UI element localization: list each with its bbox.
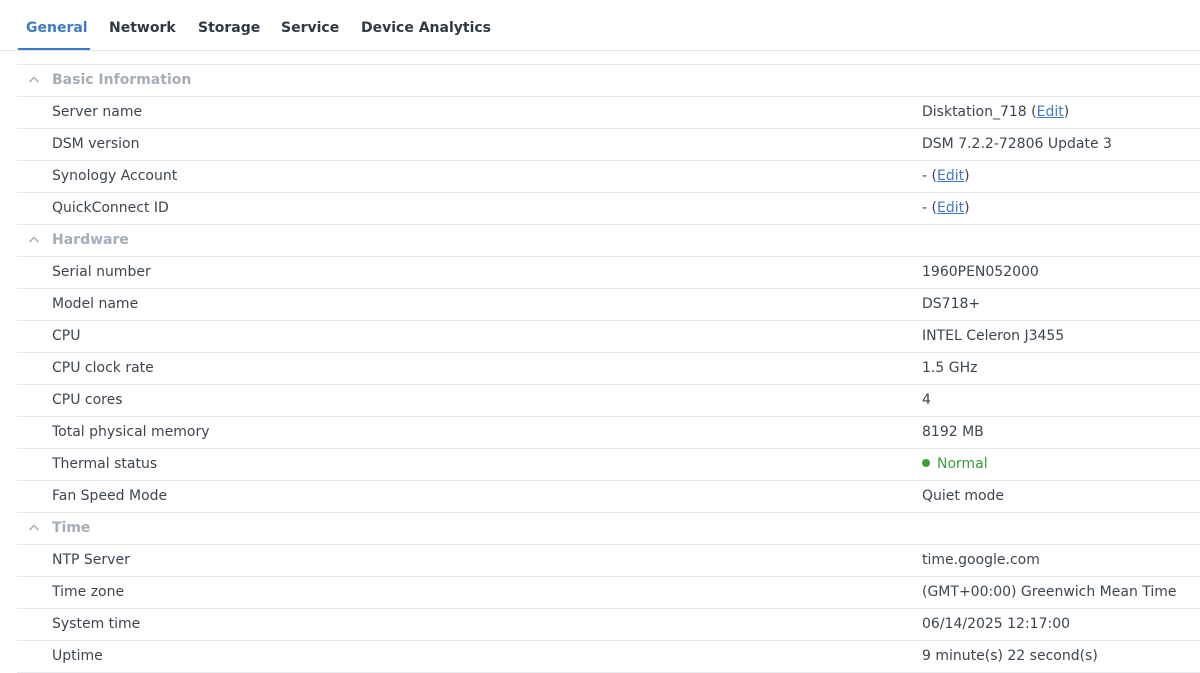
info-row-synology-account: Synology Account - (Edit) — [17, 161, 1200, 193]
row-value: DS718+ — [922, 296, 981, 312]
row-value: 1.5 GHz — [922, 360, 978, 376]
tab-device-analytics[interactable]: Device Analytics — [361, 20, 491, 36]
row-value: 06/14/2025 12:17:00 — [922, 616, 1071, 632]
row-value: DSM 7.2.2-72806 Update 3 — [922, 136, 1112, 152]
info-row-server-name: Server name Disktation_718 (Edit) — [17, 97, 1200, 129]
tab-service[interactable]: Service — [281, 20, 339, 36]
info-row-cpu-clock-rate: CPU clock rate 1.5 GHz — [17, 353, 1200, 385]
row-label: System time — [52, 616, 141, 632]
section-title: Time — [52, 520, 91, 536]
info-row-time-zone: Time zone (GMT+00:00) Greenwich Mean Tim… — [17, 577, 1200, 609]
row-label: Serial number — [52, 264, 151, 280]
thermal-status-badge: Normal — [937, 456, 988, 472]
info-row-quickconnect-id: QuickConnect ID - (Edit) — [17, 193, 1200, 225]
row-value: time.google.com — [922, 552, 1040, 568]
section-title: Hardware — [52, 232, 129, 248]
row-label: CPU cores — [52, 392, 123, 408]
info-row-cpu: CPU INTEL Celeron J3455 — [17, 321, 1200, 353]
row-label: CPU — [52, 328, 81, 344]
info-row-thermal-status: Thermal status Normal — [17, 449, 1200, 481]
row-value: 1960PEN052000 — [922, 264, 1039, 280]
tab-storage[interactable]: Storage — [198, 20, 260, 36]
section-title: Basic Information — [52, 72, 192, 88]
info-row-serial-number: Serial number 1960PEN052000 — [17, 257, 1200, 289]
row-label: QuickConnect ID — [52, 200, 169, 216]
row-value: 9 minute(s) 22 second(s) — [922, 648, 1098, 664]
chevron-up-icon[interactable] — [28, 522, 40, 534]
row-value: Disktation_718 (Edit) — [922, 104, 1069, 120]
row-value: - (Edit) — [922, 168, 970, 184]
info-row-system-time: System time 06/14/2025 12:17:00 — [17, 609, 1200, 641]
info-row-ntp-server: NTP Server time.google.com — [17, 545, 1200, 577]
row-value: - (Edit) — [922, 200, 970, 216]
info-row-fan-speed-mode: Fan Speed Mode Quiet mode — [17, 481, 1200, 513]
row-label: Uptime — [52, 648, 103, 664]
section-header-hardware[interactable]: Hardware — [17, 225, 1200, 257]
row-value: (GMT+00:00) Greenwich Mean Time — [922, 584, 1177, 600]
server-name-value: Disktation_718 — [922, 104, 1027, 120]
chevron-up-icon[interactable] — [28, 234, 40, 246]
info-row-dsm-version: DSM version DSM 7.2.2-72806 Update 3 — [17, 129, 1200, 161]
edit-server-name-link[interactable]: Edit — [1037, 104, 1064, 120]
row-value: Quiet mode — [922, 488, 1005, 504]
section-header-time[interactable]: Time — [17, 513, 1200, 545]
row-label: Synology Account — [52, 168, 178, 184]
row-label: Time zone — [52, 584, 125, 600]
row-label: CPU clock rate — [52, 360, 154, 376]
paren-close: ) — [964, 200, 970, 216]
info-row-total-physical-memory: Total physical memory 8192 MB — [17, 417, 1200, 449]
paren-close: ) — [964, 168, 970, 184]
tab-bar: General Network Storage Service Device A… — [0, 0, 1200, 51]
quickconnect-id-value: - — [922, 200, 928, 216]
status-dot-icon — [922, 459, 930, 467]
info-panel: Basic Information Server name Disktation… — [17, 64, 1200, 673]
edit-quickconnect-id-link[interactable]: Edit — [937, 200, 964, 216]
info-row-uptime: Uptime 9 minute(s) 22 second(s) — [17, 641, 1200, 673]
row-label: Total physical memory — [52, 424, 210, 440]
synology-account-value: - — [922, 168, 928, 184]
row-value: Normal — [922, 456, 988, 472]
active-tab-indicator — [18, 48, 90, 50]
row-value: INTEL Celeron J3455 — [922, 328, 1065, 344]
chevron-up-icon[interactable] — [28, 74, 40, 86]
row-value: 8192 MB — [922, 424, 984, 440]
row-label: Model name — [52, 296, 139, 312]
tab-network[interactable]: Network — [109, 20, 176, 36]
row-label: DSM version — [52, 136, 140, 152]
row-label: NTP Server — [52, 552, 130, 568]
row-label: Server name — [52, 104, 143, 120]
row-label: Thermal status — [52, 456, 158, 472]
section-header-basic-information[interactable]: Basic Information — [17, 65, 1200, 97]
row-label: Fan Speed Mode — [52, 488, 168, 504]
edit-synology-account-link[interactable]: Edit — [937, 168, 964, 184]
tab-general[interactable]: General — [26, 20, 88, 36]
row-value: 4 — [922, 392, 931, 408]
info-row-cpu-cores: CPU cores 4 — [17, 385, 1200, 417]
info-row-model-name: Model name DS718+ — [17, 289, 1200, 321]
paren-close: ) — [1063, 104, 1070, 120]
